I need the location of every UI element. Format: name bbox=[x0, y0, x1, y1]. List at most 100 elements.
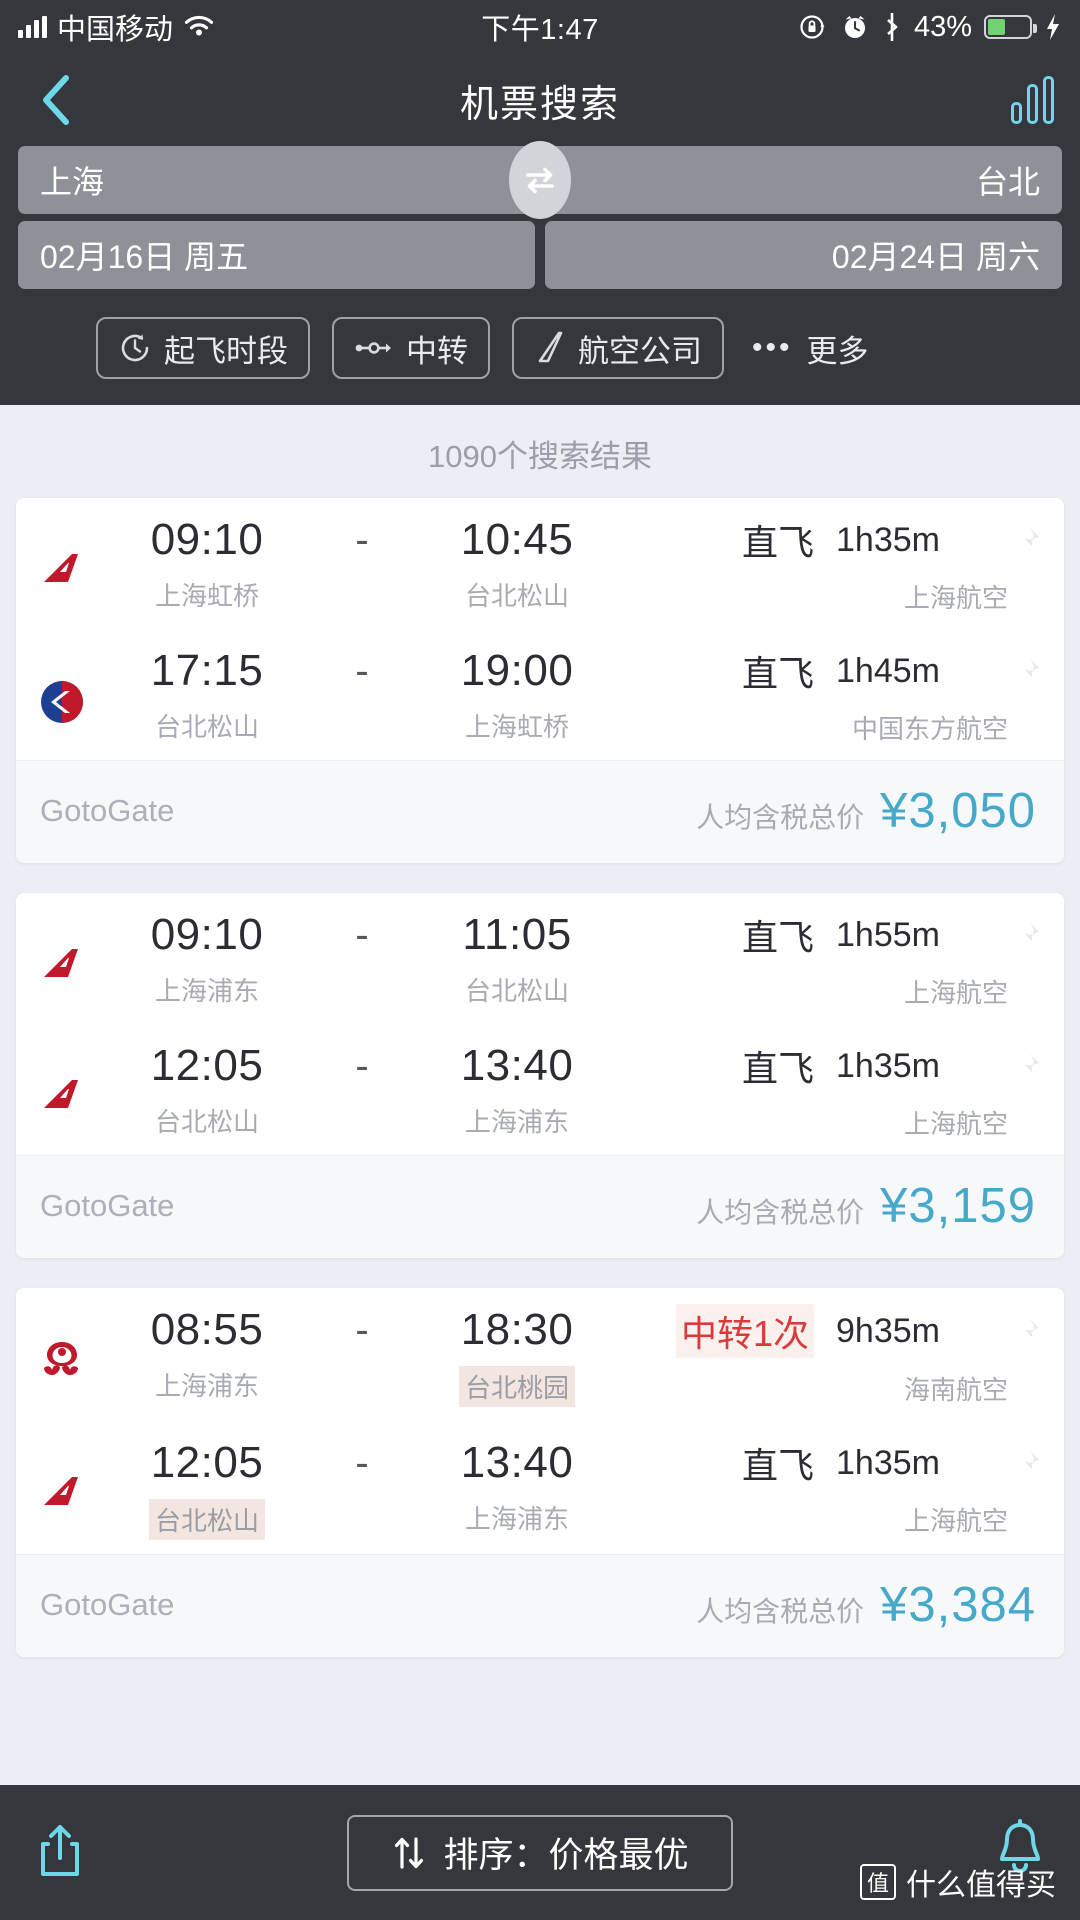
arrive-col: 13:40 上海浦东 bbox=[408, 1437, 626, 1536]
arrive-col: 10:45 台北松山 bbox=[408, 514, 626, 613]
depart-col: 17:15 台北松山 bbox=[98, 645, 316, 744]
shanghai-airlines-logo bbox=[26, 909, 98, 987]
bar-chart-icon bbox=[1011, 102, 1022, 124]
flight-leg[interactable]: 12:05 台北松山 - 13:40 上海浦东 直飞 1h35m 上海航空 bbox=[16, 1421, 1064, 1554]
hainan-airlines-logo bbox=[26, 1304, 98, 1384]
tail-fin-icon bbox=[538, 331, 563, 363]
card-footer[interactable]: GotoGate 人均含税总价 ¥3,159 bbox=[16, 1155, 1064, 1258]
flight-leg[interactable]: 09:10 上海浦东 - 11:05 台北松山 直飞 1h55m 上海航空 bbox=[16, 893, 1064, 1024]
price-label: 人均含税总价 bbox=[696, 802, 865, 833]
depart-airport: 上海浦东 bbox=[154, 1370, 259, 1401]
price-trend-button[interactable] bbox=[1011, 76, 1054, 124]
pin-icon bbox=[1010, 1449, 1044, 1477]
carrier-label: 中国移动 bbox=[57, 14, 174, 46]
china-eastern-logo bbox=[26, 645, 98, 725]
arrive-time: 13:40 bbox=[460, 1041, 574, 1090]
depart-time: 09:10 bbox=[150, 515, 264, 564]
sort-button[interactable]: 排序：价格最优 bbox=[347, 1814, 733, 1891]
filter-airline[interactable]: 航空公司 bbox=[512, 317, 724, 379]
card-footer[interactable]: GotoGate 人均含税总价 ¥3,050 bbox=[16, 760, 1064, 863]
stops-label: 中转1次 bbox=[675, 1304, 814, 1358]
depart-airport: 台北松山 bbox=[148, 1498, 265, 1540]
transfer-icon bbox=[355, 342, 391, 354]
airline-name: 上海航空 bbox=[903, 978, 1008, 1008]
depart-date-value: 02月16日 周五 bbox=[40, 239, 249, 275]
flight-leg[interactable]: 09:10 上海虹桥 - 10:45 台北松山 直飞 1h35m 上海航空 bbox=[16, 498, 1064, 629]
shanghai-airlines-logo bbox=[26, 1040, 98, 1118]
clock-icon bbox=[121, 334, 149, 362]
depart-airport: 上海虹桥 bbox=[154, 580, 259, 611]
return-date-field[interactable]: 02月24日 周六 bbox=[545, 221, 1062, 289]
flight-leg[interactable]: 08:55 上海浦东 - 18:30 台北桃园 中转1次 9h35m 海南航空 bbox=[16, 1288, 1064, 1421]
depart-col: 12:05 台北松山 bbox=[98, 1437, 316, 1540]
flight-card[interactable]: 09:10 上海浦东 - 11:05 台北松山 直飞 1h55m 上海航空 12… bbox=[16, 893, 1064, 1258]
date-row: 02月16日 周五 02月24日 周六 bbox=[18, 221, 1062, 289]
flight-card[interactable]: 08:55 上海浦东 - 18:30 台北桃园 中转1次 9h35m 海南航空 … bbox=[16, 1288, 1064, 1657]
leg-meta: 中转1次 9h35m 海南航空 bbox=[675, 1304, 1044, 1407]
duration-label: 9h35m bbox=[836, 1311, 940, 1350]
leg-dash: - bbox=[355, 518, 369, 562]
chevron-left-icon bbox=[43, 75, 69, 125]
depart-date-field[interactable]: 02月16日 周五 bbox=[18, 221, 535, 289]
leg-meta: 直飞 1h45m 中国东方航空 bbox=[734, 645, 1044, 746]
page-title: 机票搜索 bbox=[459, 83, 620, 126]
flight-card[interactable]: 09:10 上海虹桥 - 10:45 台北松山 直飞 1h35m 上海航空 17… bbox=[16, 498, 1064, 863]
stops-label: 直飞 bbox=[741, 522, 814, 563]
watermark-text: 什么值得买 bbox=[906, 1869, 1056, 1902]
shanghai-airlines-logo bbox=[26, 514, 98, 592]
flight-leg[interactable]: 12:05 台北松山 - 13:40 上海浦东 直飞 1h35m 上海航空 bbox=[16, 1024, 1064, 1155]
arrive-airport: 上海虹桥 bbox=[464, 711, 569, 742]
filter-depart-time-label: 起飞时段 bbox=[164, 333, 288, 369]
bottom-bar: 排序：价格最优 值 什么值得买 bbox=[0, 1785, 1080, 1920]
destination-field[interactable]: 台北 bbox=[543, 146, 1062, 214]
charging-bolt-icon bbox=[1047, 14, 1059, 40]
depart-airport: 上海浦东 bbox=[154, 975, 259, 1006]
status-bar-left: 中国移动 bbox=[18, 6, 215, 48]
results-list: 1090个搜索结果 09:10 上海虹桥 - 10:45 台北松山 直飞 1h3… bbox=[0, 405, 1080, 1657]
stops-label: 直飞 bbox=[741, 917, 814, 958]
price-value: ¥3,050 bbox=[880, 784, 1036, 838]
stops-label: 直飞 bbox=[741, 653, 814, 694]
price-value: ¥3,159 bbox=[880, 1179, 1036, 1233]
filter-more-label: 更多 bbox=[806, 333, 869, 369]
share-icon bbox=[41, 1825, 79, 1876]
arrive-airport: 上海浦东 bbox=[464, 1503, 569, 1534]
leg-dash: - bbox=[355, 649, 369, 693]
depart-time: 09:10 bbox=[150, 910, 264, 959]
duration-label: 1h35m bbox=[836, 1046, 940, 1085]
airline-name: 上海航空 bbox=[903, 1109, 1008, 1139]
filter-airline-label: 航空公司 bbox=[578, 333, 702, 369]
filter-more[interactable]: ••• 更多 bbox=[746, 326, 869, 371]
watermark: 值 什么值得买 bbox=[860, 1860, 1056, 1904]
airline-name: 中国东方航空 bbox=[851, 714, 1008, 744]
duration-label: 1h45m bbox=[836, 651, 940, 690]
back-button[interactable] bbox=[26, 70, 86, 130]
wifi-icon bbox=[184, 15, 214, 36]
card-footer[interactable]: GotoGate 人均含税总价 ¥3,384 bbox=[16, 1553, 1064, 1657]
share-button[interactable] bbox=[34, 1820, 86, 1885]
swap-button[interactable] bbox=[509, 141, 571, 219]
pin-icon bbox=[1010, 1317, 1044, 1345]
swap-arrows-icon bbox=[526, 167, 554, 194]
flight-leg[interactable]: 17:15 台北松山 - 19:00 上海虹桥 直飞 1h45m 中国东方航空 bbox=[16, 629, 1064, 760]
depart-time: 12:05 bbox=[150, 1041, 264, 1090]
duration-label: 1h35m bbox=[836, 1443, 940, 1482]
duration-label: 1h55m bbox=[836, 915, 940, 954]
arrive-airport: 上海浦东 bbox=[464, 1106, 569, 1137]
depart-airport: 台北松山 bbox=[154, 1106, 259, 1137]
depart-col: 09:10 上海虹桥 bbox=[98, 514, 316, 613]
filter-transfer-label: 中转 bbox=[406, 333, 468, 369]
origin-field[interactable]: 上海 bbox=[18, 146, 537, 214]
arrive-time: 11:05 bbox=[462, 910, 572, 959]
filter-transfer[interactable]: 中转 bbox=[332, 317, 490, 379]
destination-value: 台北 bbox=[975, 164, 1040, 200]
results-count: 1090个搜索结果 bbox=[428, 439, 652, 474]
rotation-lock-icon bbox=[800, 15, 825, 39]
ellipsis-icon: ••• bbox=[752, 331, 793, 364]
price-value: ¥3,384 bbox=[880, 1577, 1036, 1632]
arrive-time: 18:30 bbox=[460, 1305, 574, 1354]
filter-depart-time[interactable]: 起飞时段 bbox=[96, 317, 310, 379]
battery-icon bbox=[984, 15, 1037, 39]
nav-bar: 机票搜索 bbox=[0, 54, 1080, 146]
depart-time: 08:55 bbox=[150, 1305, 264, 1354]
